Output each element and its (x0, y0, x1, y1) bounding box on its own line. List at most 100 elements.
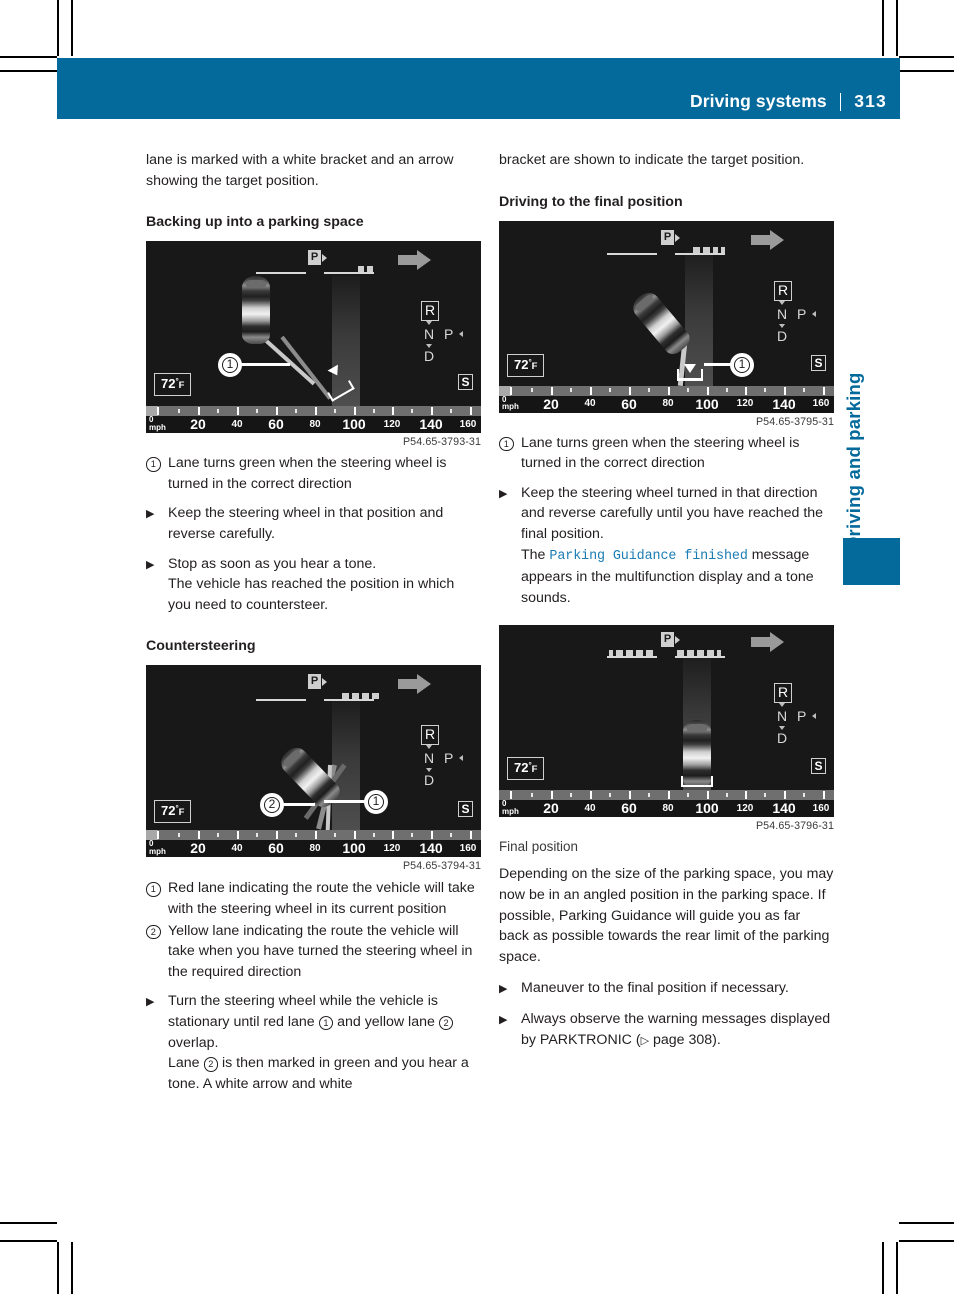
figure-caption: P54.65-3795-31 (755, 415, 834, 428)
figure-caption: P54.65-3793-31 (402, 436, 481, 449)
crop-mark-br-h (899, 1222, 954, 1224)
list-item-text: Yellow lane indicating the route the veh… (168, 922, 473, 980)
list-item: 2 Yellow lane indicating the route the v… (146, 921, 481, 983)
speed-label: 120 (383, 418, 401, 430)
speed-label: 20 (543, 395, 559, 412)
outside-temperature: 72°F (154, 373, 192, 397)
speed-label: 80 (662, 802, 674, 814)
distance-segment (609, 650, 613, 657)
callout-number: 1 (226, 357, 234, 372)
boundary-line-left (256, 272, 306, 275)
parking-space-icon: P (308, 250, 321, 266)
list-item: 1 Red lane indicating the route the vehi… (146, 878, 481, 919)
speed-label: 140 (419, 840, 443, 857)
turn-step-part-b: and yellow lane (333, 1013, 439, 1030)
heading-driving-final-position: Driving to the final position (499, 193, 683, 210)
turn-step-part-d: Lane (168, 1055, 204, 1072)
gear-p: P (444, 750, 454, 767)
instrument-cluster-display-3: P 1 R N P D 72°F S 0 mph 20 40 60 80 100… (499, 220, 834, 413)
parktronic-part-b: page 308). (649, 1031, 721, 1048)
crop-mark-br-v (882, 1242, 884, 1294)
target-position-bracket (681, 771, 713, 788)
list-item-text: Lane turns green when the steering wheel… (521, 434, 800, 472)
callout-marker-1: 1 (364, 790, 388, 815)
distance-segment (693, 246, 700, 253)
speed-label: 40 (231, 418, 243, 430)
callout-marker-1: 1 (218, 353, 242, 378)
crop-mark-br-h2 (899, 1240, 954, 1242)
distance-segment (646, 650, 653, 657)
gear-r-selected: R (774, 280, 792, 301)
figure-caption: P54.65-3794-31 (402, 860, 481, 873)
inline-ref-1: 1 (318, 1015, 334, 1031)
list-item-text: Maneuver to the final position if necess… (521, 980, 789, 997)
tick-band (499, 790, 834, 801)
list-item: 1 Lane turns green when the steering whe… (499, 433, 834, 474)
speed-label: 40 (231, 842, 243, 854)
tick-band (146, 830, 481, 841)
boundary-line-left (607, 252, 657, 255)
outside-temperature: 72°F (507, 757, 545, 781)
step-triangle-icon: ▶ (499, 487, 508, 500)
list-item: 1 Lane turns green when the steering whe… (146, 453, 481, 494)
speed-label: 20 (190, 416, 206, 433)
list-item-text: Lane turns green when the steering wheel… (168, 455, 447, 492)
crop-mark-tr-v2 (896, 0, 898, 56)
left-column: lane is marked with a white bracket and … (146, 150, 481, 1094)
gear-d: D (424, 772, 435, 789)
guidance-lane-right (280, 335, 332, 400)
inline-ref-3: 2 (203, 1057, 219, 1072)
sport-mode-indicator: S (811, 758, 826, 775)
boundary-line-right (675, 252, 725, 255)
sport-mode-indicator: S (458, 801, 473, 818)
gear-r-selected: R (421, 725, 439, 746)
list-item-text: Turn the steering wheel while the vehicl… (168, 991, 481, 1094)
figure-label-final-position: Final position (499, 839, 578, 855)
crop-mark-tl-v (57, 0, 59, 56)
list-item-parktronic: ▶ Always observe the warning messages di… (499, 1009, 834, 1051)
distance-segment (626, 650, 633, 657)
sport-mode-indicator: S (811, 354, 826, 371)
speed-label: 160 (812, 802, 830, 814)
display-scene: P (499, 625, 834, 791)
speed-label: 140 (772, 395, 796, 412)
gear-selector-indicator: R N P D (421, 301, 471, 371)
chapter-side-tab-label: Driving and parking (843, 372, 864, 550)
distance-segment (362, 693, 369, 700)
speed-label: 60 (621, 395, 637, 412)
gear-p: P (797, 708, 807, 725)
distance-segment (616, 650, 623, 657)
direction-arrow-icon (751, 632, 785, 653)
callout-ref-1: 1 (499, 433, 521, 474)
step-triangle-icon: ▶ (146, 996, 155, 1009)
speed-label: 60 (268, 840, 284, 857)
callout-number: 1 (738, 356, 746, 371)
speed-label: 140 (419, 416, 443, 433)
speed-label: 80 (309, 418, 321, 430)
step-triangle-icon: ▶ (499, 1013, 508, 1026)
callout-marker-1: 1 (730, 352, 754, 377)
callout-ref-1: 1 (146, 453, 168, 494)
speed-label: 140 (772, 800, 796, 817)
list-item-text: Red lane indicating the route the vehicl… (168, 880, 475, 917)
speed-zero-label: 0 mph (502, 394, 519, 412)
page-number: 313 (854, 90, 887, 111)
speed-label: 60 (621, 800, 637, 817)
distance-segment (367, 266, 373, 273)
gear-selector-indicator: R N P D (774, 683, 824, 753)
outside-temperature: 72°F (154, 800, 192, 824)
distance-segment (352, 693, 359, 700)
gear-p: P (797, 305, 807, 322)
keep-step-part-a: Keep the steering wheel turned in that d… (521, 484, 824, 542)
distance-segment (358, 266, 364, 273)
page-title: Driving systems (689, 90, 827, 111)
tick-band (499, 385, 834, 396)
speed-zero-label: 0 mph (149, 839, 166, 856)
crop-mark-bl-v2 (71, 1242, 73, 1294)
callout-number: 1 (372, 794, 380, 809)
distance-segment (372, 693, 379, 700)
chapter-side-tab-marker (843, 538, 900, 585)
speed-label: 20 (543, 800, 559, 817)
figure-driving-final-position: P 1 R N P D 72°F S 0 mph 20 40 60 80 100… (499, 220, 834, 428)
crop-mark-br-v2 (896, 1242, 898, 1294)
